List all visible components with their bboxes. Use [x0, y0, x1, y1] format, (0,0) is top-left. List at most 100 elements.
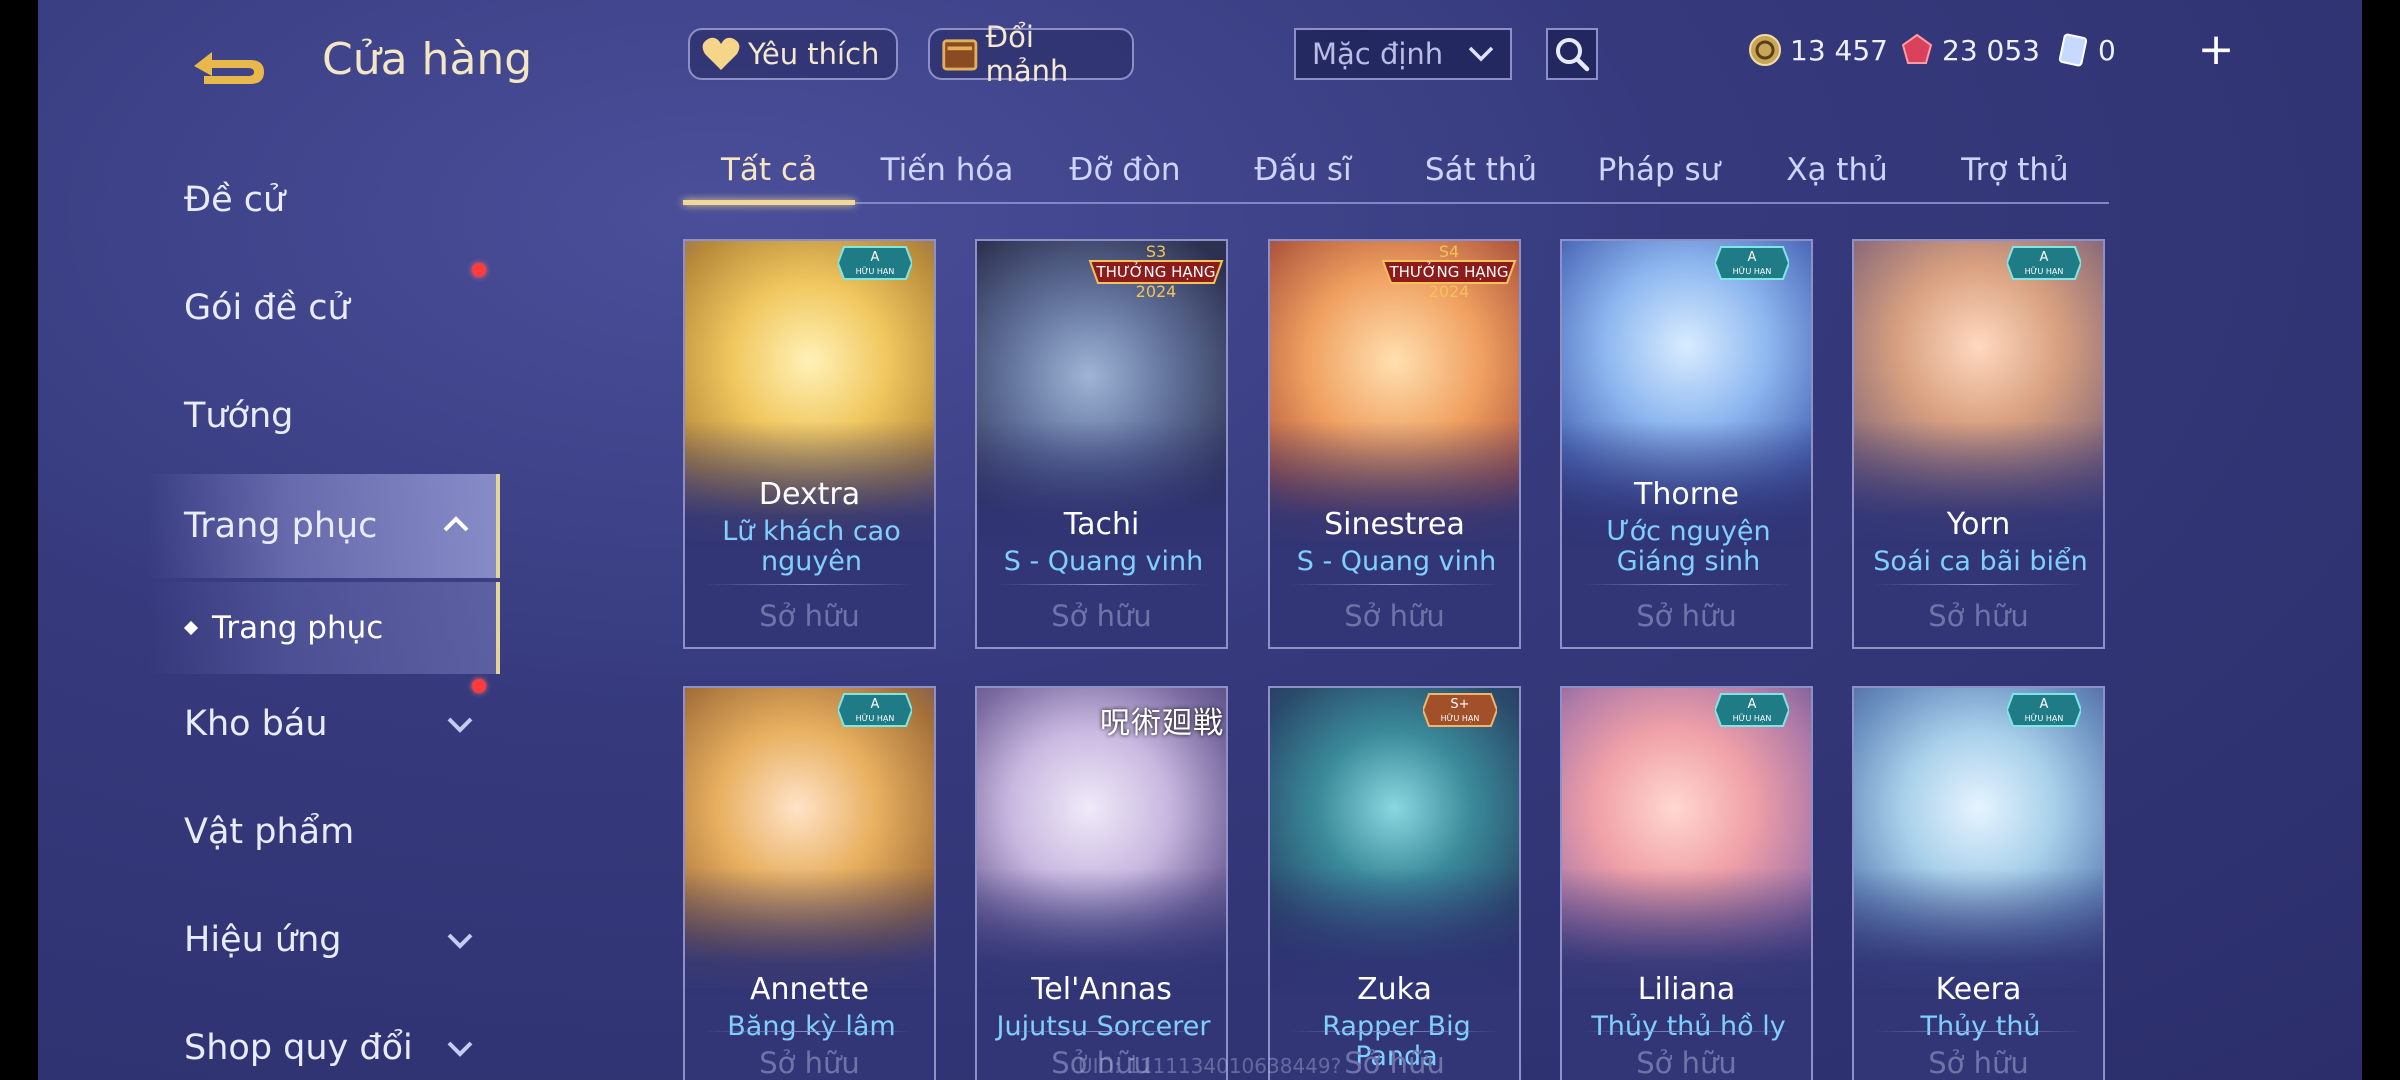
sidebar-subitem-skins[interactable]: Trang phục [148, 582, 500, 674]
badge-grade: A [1748, 697, 1757, 712]
currency-vouchers: 13 457 [1748, 28, 1888, 72]
skin-card-thorne[interactable]: A HỮU HẠN Thorne Ước nguyện Giáng sinh S… [1560, 239, 1813, 649]
badge-grade: A [871, 250, 880, 265]
badge-limited: HỮU HẠN [2025, 265, 2064, 277]
tab-mage[interactable]: Pháp sư [1573, 138, 1745, 202]
tab-label: Tiến hóa [880, 152, 1014, 188]
skin-card-tachi[interactable]: S3 THƯỞNG HẠNG 2024 Tachi S - Quang vinh… [975, 239, 1228, 649]
tab-label: Pháp sư [1597, 152, 1721, 188]
back-button[interactable] [186, 30, 276, 90]
tab-label: Đấu sĩ [1254, 152, 1352, 188]
skin-card-zuka[interactable]: S+ HỮU HẠN Zuka Rapper Big Panda Sở hữu [1268, 686, 1521, 1080]
hero-name: Yorn [1946, 507, 2011, 542]
skin-card-telannas[interactable]: 呪術廻戦 Tel'Annas Jujutsu Sorcerer Sở hữu [975, 686, 1228, 1080]
shop-screen: Cửa hàng Yêu thích Đổi mảnh Mặc định 13 … [0, 0, 2400, 1080]
search-button[interactable] [1546, 28, 1598, 80]
bullet-icon [183, 620, 199, 636]
favorites-button[interactable]: Yêu thích [688, 28, 898, 80]
tab-all[interactable]: Tất cả [683, 138, 855, 205]
tab-fighter[interactable]: Đấu sĩ [1217, 138, 1389, 202]
skin-card-sinestrea[interactable]: S4 THƯỞNG HẠNG 2024 Sinestrea S - Quang … [1268, 239, 1521, 649]
tab-marksman[interactable]: Xạ thủ [1751, 138, 1923, 202]
rarity-badge-icon: A HỮU HẠN [838, 693, 912, 727]
skin-card-liliana[interactable]: A HỮU HẠN Liliana Thủy thủ hồ ly Sở hữu [1560, 686, 1813, 1080]
screen-edge-left [0, 0, 38, 1080]
sidebar-item-label: Tướng [184, 396, 294, 436]
skin-name: S - Quang vinh [1003, 546, 1204, 577]
badge-year: 2024 [1429, 282, 1470, 301]
red-gem-icon [1901, 33, 1933, 64]
sidebar-item-recommended[interactable]: Đề cử [148, 150, 500, 250]
favorites-label: Yêu thích [748, 37, 880, 71]
currency-cards: 0 [2056, 28, 2116, 72]
owned-status: Sở hữu [1928, 1046, 2029, 1080]
chevron-down-icon [447, 1041, 473, 1057]
divider [705, 1031, 914, 1032]
tab-support[interactable]: Trợ thủ [1929, 138, 2101, 202]
badge-grade: A [2040, 250, 2049, 265]
sidebar-item-skins[interactable]: Trang phục [148, 474, 500, 578]
tab-assassin[interactable]: Sát thủ [1395, 138, 1567, 202]
divider [1290, 1031, 1499, 1032]
skin-name: Băng kỳ lâm [727, 1011, 896, 1042]
skin-card-dextra[interactable]: A HỮU HẠN Dextra Lữ khách cao nguyên Sở … [683, 239, 936, 649]
active-tab-indicator [683, 200, 855, 205]
badge-season: S3 [1146, 242, 1166, 261]
sidebar-item-label: Gói đề cử [184, 288, 350, 328]
badge-grade: A [871, 697, 880, 712]
divider [997, 584, 1206, 585]
uid-watermark: UID: 1111134010638449? [1078, 1054, 1342, 1078]
owned-status: Sở hữu [759, 1046, 860, 1080]
rarity-badge-icon: A HỮU HẠN [838, 246, 912, 280]
hero-name: Thorne [1634, 477, 1739, 512]
notification-dot [472, 679, 486, 693]
owned-status: Sở hữu [1928, 599, 2029, 633]
chevron-down-icon [447, 717, 473, 733]
screen-edge-right [2362, 0, 2400, 1080]
sidebar-item-label: Đề cử [184, 180, 286, 220]
divider [1582, 1031, 1791, 1032]
skin-name: Thủy thủ [1920, 1011, 2041, 1042]
tab-label: Xạ thủ [1786, 152, 1888, 188]
skin-card-yorn[interactable]: A HỮU HẠN Yorn Soái ca bãi biển Sở hữu [1852, 239, 2105, 649]
divider [997, 1031, 1206, 1032]
category-tabs: Tất cả Tiến hóa Đỡ đòn Đấu sĩ Sát thủ Ph… [683, 138, 2109, 205]
owned-status: Sở hữu [759, 599, 860, 633]
hero-name: Dextra [758, 477, 861, 512]
skin-card-annette[interactable]: A HỮU HẠN Annette Băng kỳ lâm Sở hữu [683, 686, 936, 1080]
badge-grade: A [2040, 697, 2049, 712]
chevron-down-icon [1468, 46, 1494, 62]
skin-name: Thủy thủ hồ ly [1591, 1011, 1786, 1042]
hero-name: Tachi [1063, 507, 1140, 542]
tab-evolution[interactable]: Tiến hóa [861, 138, 1033, 202]
sidebar-item-effects[interactable]: Hiệu ứng [148, 890, 500, 990]
sidebar-item-items[interactable]: Vật phẩm [148, 782, 500, 882]
add-currency-button[interactable]: + [2196, 26, 2236, 74]
collab-logo: 呪術廻戦 [1100, 706, 1224, 741]
hero-name: Keera [1935, 972, 2022, 1007]
sidebar-item-label: Kho báu [184, 704, 328, 744]
sidebar-item-exchange-shop[interactable]: Shop quy đổi [148, 998, 500, 1080]
chest-icon [942, 39, 978, 71]
currency-gems: 23 053 [1900, 28, 2040, 72]
sidebar-item-treasure[interactable]: Kho báu [148, 674, 500, 774]
owned-status: Sở hữu [1636, 1046, 1737, 1080]
owned-status: Sở hữu [1636, 599, 1737, 633]
sidebar-item-heroes[interactable]: Tướng [148, 366, 500, 466]
search-icon [1556, 38, 1590, 72]
sidebar-item-recommended-packs[interactable]: Gói đề cử [148, 258, 500, 358]
chevron-up-icon [443, 516, 469, 532]
notification-dot [472, 263, 486, 277]
skin-name: S - Quang vinh [1296, 546, 1497, 577]
gems-value: 23 053 [1942, 33, 2040, 67]
exchange-shards-button[interactable]: Đổi mảnh [928, 20, 1134, 88]
rank-reward-badge-icon: S4 THƯỞNG HẠNG 2024 [1381, 242, 1517, 301]
skin-card-keera[interactable]: A HỮU HẠN Keera Thủy thủ Sở hữu [1852, 686, 2105, 1080]
skin-name: Lữ khách cao nguyên [722, 516, 901, 577]
divider [705, 584, 914, 585]
badge-limited: HỮU HẠN [1733, 265, 1772, 277]
badge-season: S4 [1439, 242, 1459, 261]
rank-reward-badge-icon: S3 THƯỞNG HẠNG 2024 [1088, 242, 1224, 301]
tab-tank[interactable]: Đỡ đòn [1039, 138, 1211, 202]
sort-select[interactable]: Mặc định [1294, 28, 1512, 80]
